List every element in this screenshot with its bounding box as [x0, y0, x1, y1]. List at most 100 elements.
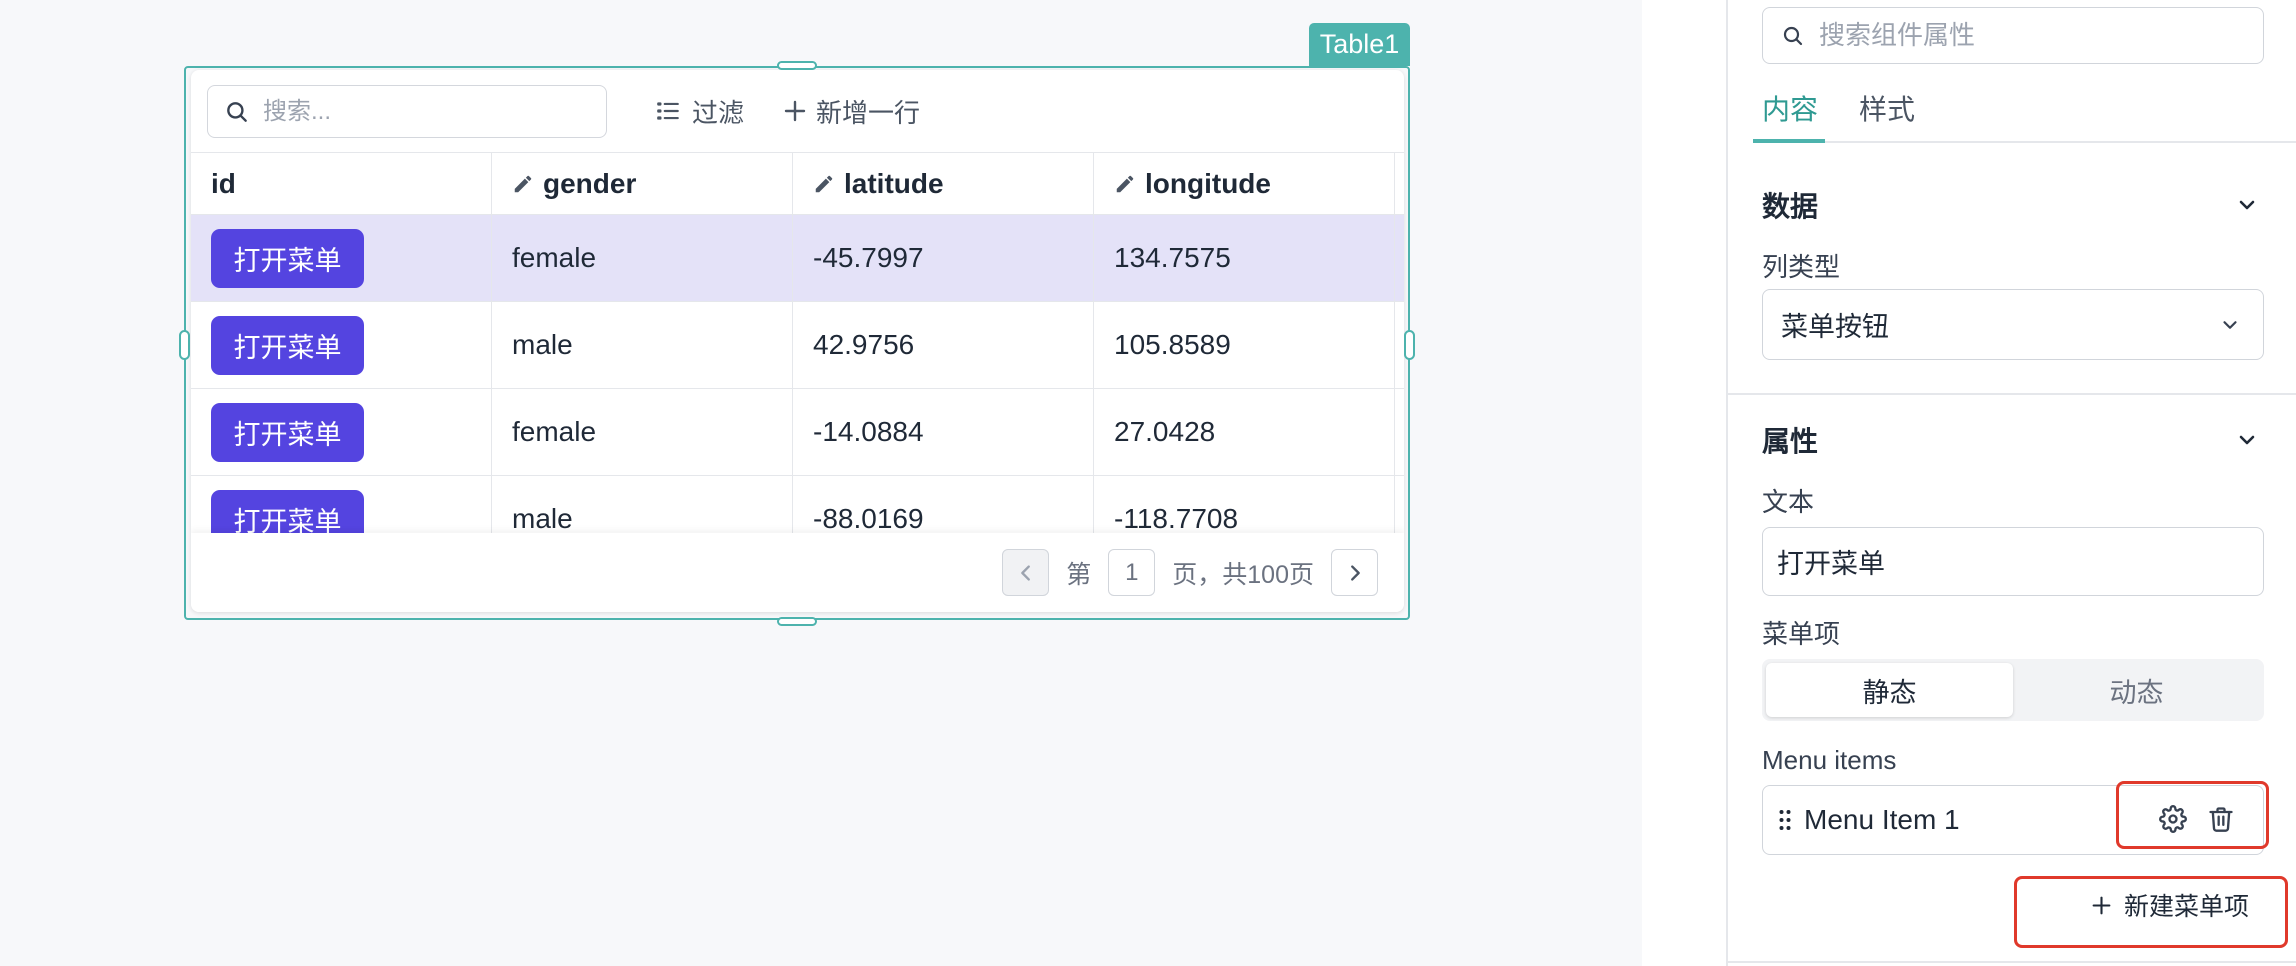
cell-longitude[interactable]: 27.0428: [1094, 389, 1395, 475]
cell-gender[interactable]: male: [492, 302, 793, 388]
open-menu-button[interactable]: 打开菜单: [211, 489, 364, 533]
property-search-input[interactable]: [1819, 20, 2239, 51]
add-menu-item-button[interactable]: 新建菜单项: [2091, 885, 2249, 925]
cell-id: 打开菜单: [191, 302, 492, 388]
section-divider: [1728, 961, 2296, 963]
property-panel: 内容 样式 数据 列类型 菜单按钮 属性 文本 菜单项 静态 动态 Menu i…: [1726, 0, 2296, 966]
section-header-data[interactable]: 数据: [1762, 185, 2264, 225]
next-page-button[interactable]: [1331, 549, 1378, 596]
column-header-latitude[interactable]: latitude: [793, 153, 1094, 214]
drag-handle-icon[interactable]: [1779, 809, 1791, 831]
resize-handle-bottom[interactable]: [777, 617, 817, 626]
add-menu-item-label: 新建菜单项: [2124, 893, 2250, 921]
chevron-down-icon: [2239, 200, 2255, 210]
section-title: 属性: [1762, 426, 1819, 457]
table-row[interactable]: 打开菜单 female -14.0884 27.0428: [191, 389, 1404, 476]
table-row[interactable]: 打开菜单 male -88.0169 -118.7708: [191, 476, 1404, 533]
chevron-down-icon: [2239, 435, 2255, 445]
gear-icon[interactable]: [2159, 805, 2187, 833]
cell-id: 打开菜单: [191, 476, 492, 533]
column-header-label: latitude: [844, 167, 944, 199]
page-prefix: 第: [1066, 560, 1092, 589]
cell-gender[interactable]: female: [492, 389, 793, 475]
text-field-input[interactable]: [1762, 527, 2264, 596]
table-row[interactable]: 打开菜单 female -45.7997 134.7575: [191, 215, 1404, 302]
add-row-label: 新增一行: [816, 97, 921, 128]
cell-latitude[interactable]: -45.7997: [793, 215, 1094, 301]
filter-icon: [657, 102, 679, 120]
pencil-icon: [815, 175, 833, 192]
cell-longitude[interactable]: 105.8589: [1094, 302, 1395, 388]
table-toolbar: 过滤 新增一行: [191, 70, 1404, 152]
table-search-box[interactable]: [207, 85, 607, 138]
table-search-input[interactable]: [263, 97, 583, 126]
table-row[interactable]: 打开菜单 male 42.9756 105.8589: [191, 302, 1404, 389]
table-header: id gender latitude longitude: [191, 152, 1404, 215]
add-row-button[interactable]: 新增一行: [783, 70, 920, 152]
section-header-properties[interactable]: 属性: [1762, 420, 2264, 460]
plus-icon: [2092, 896, 2111, 914]
cell-longitude[interactable]: -118.7708: [1094, 476, 1395, 533]
pencil-icon: [514, 175, 532, 192]
editor-canvas[interactable]: Table1 过滤 新增一行 id gender: [0, 0, 1642, 966]
plus-icon: [784, 100, 806, 122]
property-search-box[interactable]: [1762, 7, 2264, 64]
pagination: 第 页，共100页: [191, 533, 1404, 612]
column-type-value: 菜单按钮: [1781, 312, 1889, 342]
cell-overflow: [1395, 215, 1404, 301]
segment-dynamic[interactable]: 动态: [2013, 663, 2260, 717]
column-header-gender[interactable]: gender: [492, 153, 793, 214]
column-header-longitude[interactable]: longitude: [1094, 153, 1395, 214]
tab-bar-border: [1753, 141, 2296, 143]
chevron-left-icon: [1020, 564, 1030, 581]
page-total: 页，共100页: [1172, 560, 1314, 589]
search-icon: [227, 101, 247, 122]
widget-name-tag[interactable]: Table1: [1309, 23, 1410, 66]
cell-latitude[interactable]: -14.0884: [793, 389, 1094, 475]
tab-style[interactable]: 样式: [1859, 80, 1915, 140]
text-field-label: 文本: [1762, 487, 1815, 517]
open-menu-button[interactable]: 打开菜单: [211, 402, 364, 462]
menu-source-toggle: 静态 动态: [1762, 659, 2264, 721]
active-tab-indicator: [1753, 139, 1825, 143]
search-icon: [1783, 26, 1803, 45]
chevron-down-icon: [2223, 320, 2237, 329]
cell-overflow: [1395, 302, 1404, 388]
menu-item-row[interactable]: Menu Item 1: [1762, 785, 2264, 855]
cell-id: 打开菜单: [191, 215, 492, 301]
page-number-input[interactable]: [1108, 549, 1156, 596]
trash-icon[interactable]: [2207, 805, 2235, 833]
cell-latitude[interactable]: 42.9756: [793, 302, 1094, 388]
open-menu-button[interactable]: 打开菜单: [211, 315, 364, 375]
table-body: 打开菜单 female -45.7997 134.7575 打开菜单 male …: [191, 215, 1404, 533]
tab-content[interactable]: 内容: [1762, 80, 1818, 140]
chevron-right-icon: [1350, 564, 1360, 581]
column-type-select[interactable]: 菜单按钮: [1762, 289, 2264, 360]
resize-handle-right[interactable]: [1404, 330, 1415, 360]
open-menu-button[interactable]: 打开菜单: [211, 228, 364, 288]
filter-label: 过滤: [692, 97, 745, 128]
column-header-label: gender: [543, 167, 637, 199]
resize-handle-top[interactable]: [777, 61, 817, 70]
cell-gender[interactable]: female: [492, 215, 793, 301]
table-widget[interactable]: 过滤 新增一行 id gender latitude longitude: [191, 70, 1404, 612]
menu-item-label: Menu Item 1: [1804, 804, 1960, 835]
cell-gender[interactable]: male: [492, 476, 793, 533]
column-header-label: id: [211, 167, 236, 199]
cell-longitude[interactable]: 134.7575: [1094, 215, 1395, 301]
menu-items-source-label: 菜单项: [1762, 619, 1841, 649]
column-header-id[interactable]: id: [191, 153, 492, 214]
column-header-overflow: [1395, 153, 1404, 214]
cell-overflow: [1395, 389, 1404, 475]
resize-handle-left[interactable]: [179, 330, 190, 360]
pencil-icon: [1116, 175, 1134, 192]
cell-overflow: [1395, 476, 1404, 533]
cell-latitude[interactable]: -88.0169: [793, 476, 1094, 533]
column-header-label: longitude: [1145, 167, 1271, 199]
column-type-label: 列类型: [1762, 252, 1841, 282]
filter-button[interactable]: 过滤: [655, 70, 744, 152]
cell-id: 打开菜单: [191, 389, 492, 475]
prev-page-button[interactable]: [1002, 549, 1050, 596]
segment-static[interactable]: 静态: [1766, 663, 2013, 717]
menu-items-title: Menu items: [1762, 745, 1897, 775]
